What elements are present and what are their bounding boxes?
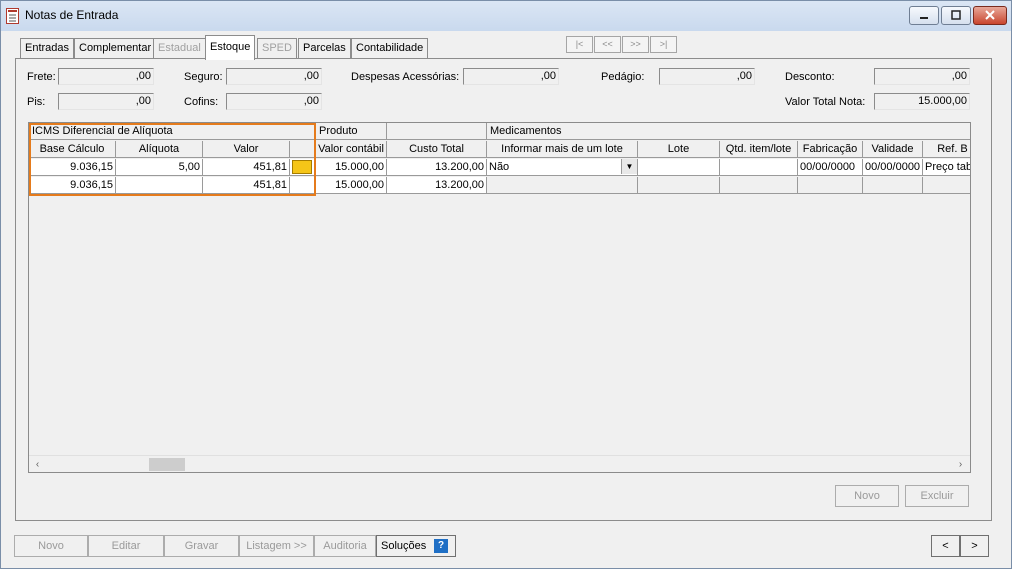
pis-field[interactable]: ,00: [58, 93, 154, 110]
gravar-button[interactable]: Gravar: [164, 535, 239, 557]
seguro-field[interactable]: ,00: [226, 68, 322, 85]
calculator-icon[interactable]: [292, 160, 312, 174]
col-aliquota[interactable]: Alíquota: [116, 141, 203, 158]
close-icon: [985, 10, 995, 20]
solucoes-button[interactable]: Soluções ?: [376, 535, 456, 557]
scroll-right-icon[interactable]: ›: [953, 457, 968, 472]
chevron-down-icon[interactable]: ▼: [621, 159, 637, 174]
row1-informar-lote-value: Não: [489, 161, 510, 173]
maximize-icon: [951, 10, 961, 20]
pis-label: Pis:: [27, 96, 46, 108]
row1-informar-lote-select[interactable]: Não ▼: [487, 159, 638, 176]
last-record-button[interactable]: >|: [650, 36, 677, 53]
main-window: Notas de Entrada Entradas Complementar E…: [0, 0, 1012, 569]
col-qtd-item-lote[interactable]: Qtd. item/lote: [720, 141, 798, 158]
next-button[interactable]: >: [960, 535, 989, 557]
items-grid[interactable]: ICMS Diferencial de Alíquota Produto Med…: [28, 122, 971, 473]
group-icms-header: ICMS Diferencial de Alíquota: [29, 123, 316, 140]
col-ref[interactable]: Ref. B: [923, 141, 970, 158]
row1-calc-cell[interactable]: [290, 159, 316, 176]
col-custo-total[interactable]: Custo Total: [387, 141, 487, 158]
grid-excluir-button[interactable]: Excluir: [905, 485, 969, 507]
row1-valor[interactable]: 451,81: [203, 159, 290, 176]
tab-parcelas[interactable]: Parcelas: [298, 38, 351, 59]
novo-button[interactable]: Novo: [14, 535, 88, 557]
row2-valor-contabil[interactable]: 15.000,00: [316, 177, 387, 194]
col-lote[interactable]: Lote: [638, 141, 720, 158]
valor-total-label: Valor Total Nota:: [785, 96, 866, 108]
row2-lote[interactable]: [638, 177, 720, 194]
row1-validade[interactable]: 00/00/0000: [863, 159, 923, 176]
next-record-button[interactable]: >>: [622, 36, 649, 53]
minimize-button[interactable]: [909, 6, 939, 25]
close-button[interactable]: [973, 6, 1007, 25]
row2-custo-total[interactable]: 13.200,00: [387, 177, 487, 194]
col-valor-contabil[interactable]: Valor contábil: [316, 141, 387, 158]
row2-base-calculo[interactable]: 9.036,15: [29, 177, 116, 194]
frete-label: Frete:: [27, 71, 56, 83]
row2-aliquota[interactable]: [116, 177, 203, 194]
previous-button[interactable]: <: [931, 535, 960, 557]
pedagio-field[interactable]: ,00: [659, 68, 755, 85]
auditoria-button[interactable]: Auditoria: [314, 535, 376, 557]
maximize-button[interactable]: [941, 6, 971, 25]
cofins-field[interactable]: ,00: [226, 93, 322, 110]
solucoes-label: Soluções: [381, 540, 427, 552]
desconto-field[interactable]: ,00: [874, 68, 970, 85]
group-medicamentos-header: Medicamentos: [487, 123, 970, 140]
prev-record-button[interactable]: <<: [594, 36, 621, 53]
row1-lote[interactable]: [638, 159, 720, 176]
despesas-label: Despesas Acessórias:: [351, 71, 460, 83]
document-icon: [6, 8, 19, 24]
tab-complementar[interactable]: Complementar: [74, 38, 157, 59]
desconto-label: Desconto:: [785, 71, 835, 83]
row2-qtd[interactable]: [720, 177, 798, 194]
scroll-thumb[interactable]: [149, 458, 185, 471]
group-blank-header: [387, 123, 487, 140]
tab-entradas[interactable]: Entradas: [20, 38, 75, 59]
col-valor[interactable]: Valor: [203, 141, 290, 158]
row2-validade[interactable]: [863, 177, 923, 194]
row2-informar-lote[interactable]: [487, 177, 638, 194]
row1-qtd[interactable]: [720, 159, 798, 176]
tab-estadual[interactable]: Estadual: [153, 38, 206, 59]
seguro-label: Seguro:: [184, 71, 223, 83]
row2-calc-cell[interactable]: [290, 177, 316, 194]
help-icon: ?: [434, 539, 448, 553]
col-action: [290, 141, 316, 158]
listagem-button[interactable]: Listagem >>: [239, 535, 314, 557]
row2-fabricacao[interactable]: [798, 177, 863, 194]
row2-valor[interactable]: 451,81: [203, 177, 290, 194]
frete-field[interactable]: ,00: [58, 68, 154, 85]
group-produto-header: Produto: [316, 123, 387, 140]
tab-sped[interactable]: SPED: [257, 38, 297, 59]
window-title: Notas de Entrada: [25, 8, 119, 22]
col-base-calculo[interactable]: Base Cálculo: [29, 141, 116, 158]
despesas-field[interactable]: ,00: [463, 68, 559, 85]
scroll-left-icon[interactable]: ‹: [30, 457, 45, 472]
row2-ref[interactable]: [923, 177, 970, 194]
col-informar-lote[interactable]: Informar mais de um lote: [487, 141, 638, 158]
col-fabricacao[interactable]: Fabricação: [798, 141, 863, 158]
cofins-label: Cofins:: [184, 96, 219, 108]
horizontal-scrollbar[interactable]: ‹ ›: [29, 455, 970, 472]
tab-contabilidade[interactable]: Contabilidade: [351, 38, 429, 59]
pedagio-label: Pedágio:: [601, 71, 645, 83]
row1-fabricacao[interactable]: 00/00/0000: [798, 159, 863, 176]
tab-estoque[interactable]: Estoque: [205, 35, 256, 60]
row1-aliquota[interactable]: 5,00: [116, 159, 203, 176]
editar-button[interactable]: Editar: [88, 535, 164, 557]
row1-custo-total[interactable]: 13.200,00: [387, 159, 487, 176]
row1-ref[interactable]: Preço tab: [923, 159, 970, 176]
col-validade[interactable]: Validade: [863, 141, 923, 158]
row1-valor-contabil[interactable]: 15.000,00: [316, 159, 387, 176]
first-record-button[interactable]: |<: [566, 36, 593, 53]
title-bar: Notas de Entrada: [1, 1, 1011, 31]
minimize-icon: [920, 17, 928, 19]
row1-base-calculo[interactable]: 9.036,15: [29, 159, 116, 176]
valor-total-field[interactable]: 15.000,00: [874, 93, 970, 110]
grid-novo-button[interactable]: Novo: [835, 485, 899, 507]
